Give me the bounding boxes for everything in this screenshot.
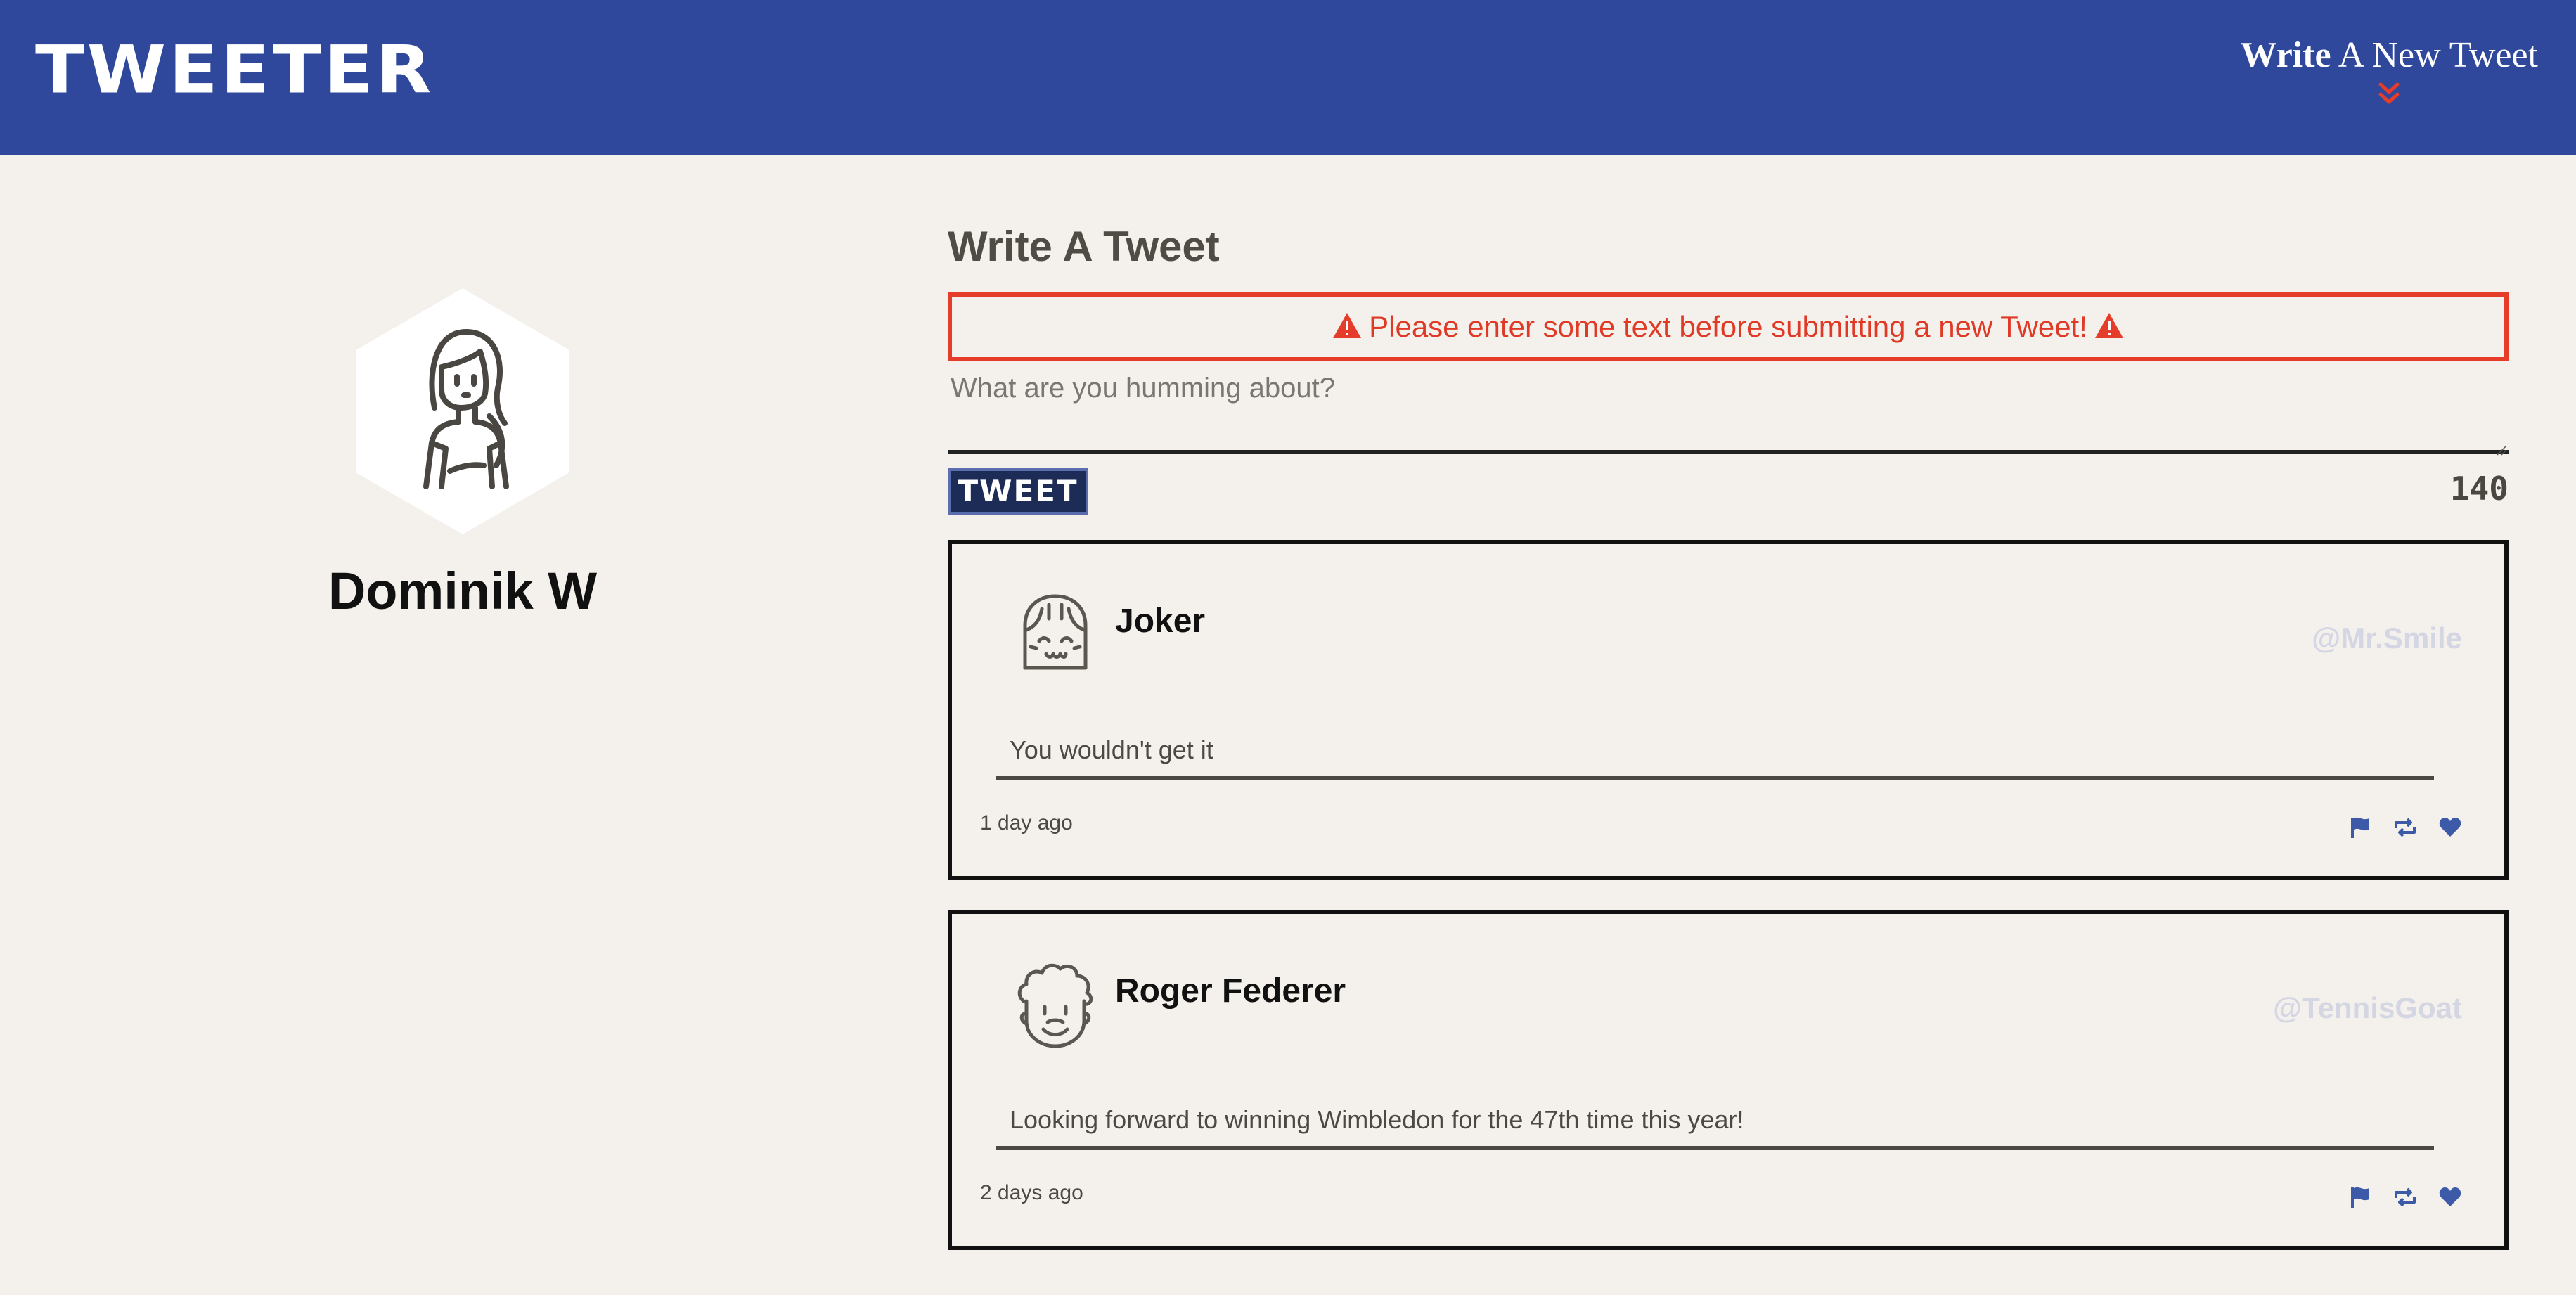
tweet-author-handle: @Mr.Smile <box>2312 621 2462 655</box>
flag-icon[interactable] <box>2348 1185 2372 1209</box>
tweet-text-input[interactable] <box>948 361 2509 454</box>
tweet-card: Roger Federer @TennisGoat Looking forwar… <box>948 910 2509 1250</box>
retweet-icon[interactable] <box>2393 1185 2417 1209</box>
tweet-submit-button[interactable]: TWEET <box>948 468 1088 515</box>
error-text: Please enter some text before submitting… <box>1369 310 2087 343</box>
tweet-content: Looking forward to winning Wimbledon for… <box>996 1105 2434 1150</box>
compose-title: Write A Tweet <box>948 223 1220 270</box>
profile-avatar-hexagon <box>356 288 569 534</box>
double-chevron-down-icon[interactable] <box>2375 80 2403 108</box>
character-counter: 140 <box>2449 470 2509 508</box>
tweet-card: Joker @Mr.Smile You wouldn't get it 1 da… <box>948 540 2509 880</box>
app-logo: TWEETER <box>35 31 434 109</box>
write-new-tweet-label[interactable]: Write A New Tweet <box>2241 31 2538 80</box>
heart-icon[interactable] <box>2438 1185 2462 1209</box>
flag-icon[interactable] <box>2348 816 2372 839</box>
tweet-timestamp: 1 day ago <box>980 811 1073 835</box>
retweet-icon[interactable] <box>2393 816 2417 839</box>
tweet-timestamp: 2 days ago <box>980 1181 1083 1204</box>
tweet-actions <box>2348 1185 2462 1209</box>
main-column: Write A Tweet Please enter some text bef… <box>948 211 2509 1250</box>
warning-triangle-icon <box>2094 312 2123 338</box>
joker-avatar-icon <box>1023 594 1088 670</box>
tweet-author-name: Joker <box>1115 603 1206 640</box>
tweet-content: You wouldn't get it <box>996 735 2434 780</box>
user-profile: Dominik W <box>252 288 674 621</box>
tweet-actions <box>2348 816 2462 839</box>
write-label-rest: A New Tweet <box>2331 35 2538 75</box>
profile-name: Dominik W <box>328 562 598 620</box>
warning-triangle-icon <box>1333 312 1362 338</box>
resize-grip-icon[interactable] <box>2496 444 2507 456</box>
profile-avatar-icon <box>423 329 509 489</box>
error-message: Please enter some text before submitting… <box>948 292 2509 361</box>
heart-icon[interactable] <box>2438 816 2462 839</box>
tweet-author-handle: @TennisGoat <box>2273 991 2462 1024</box>
roger-federer-avatar-icon <box>1017 963 1093 1048</box>
tweet-author-name: Roger Federer <box>1115 972 1346 1010</box>
compose-footer: TWEET 140 <box>948 468 2509 524</box>
write-label-bold: Write <box>2240 35 2331 75</box>
write-new-tweet-toggle[interactable]: Write A New Tweet <box>2241 31 2538 108</box>
top-navbar: TWEETER Write A New Tweet <box>0 0 2576 155</box>
compose-section: Write A Tweet Please enter some text bef… <box>948 215 2509 524</box>
